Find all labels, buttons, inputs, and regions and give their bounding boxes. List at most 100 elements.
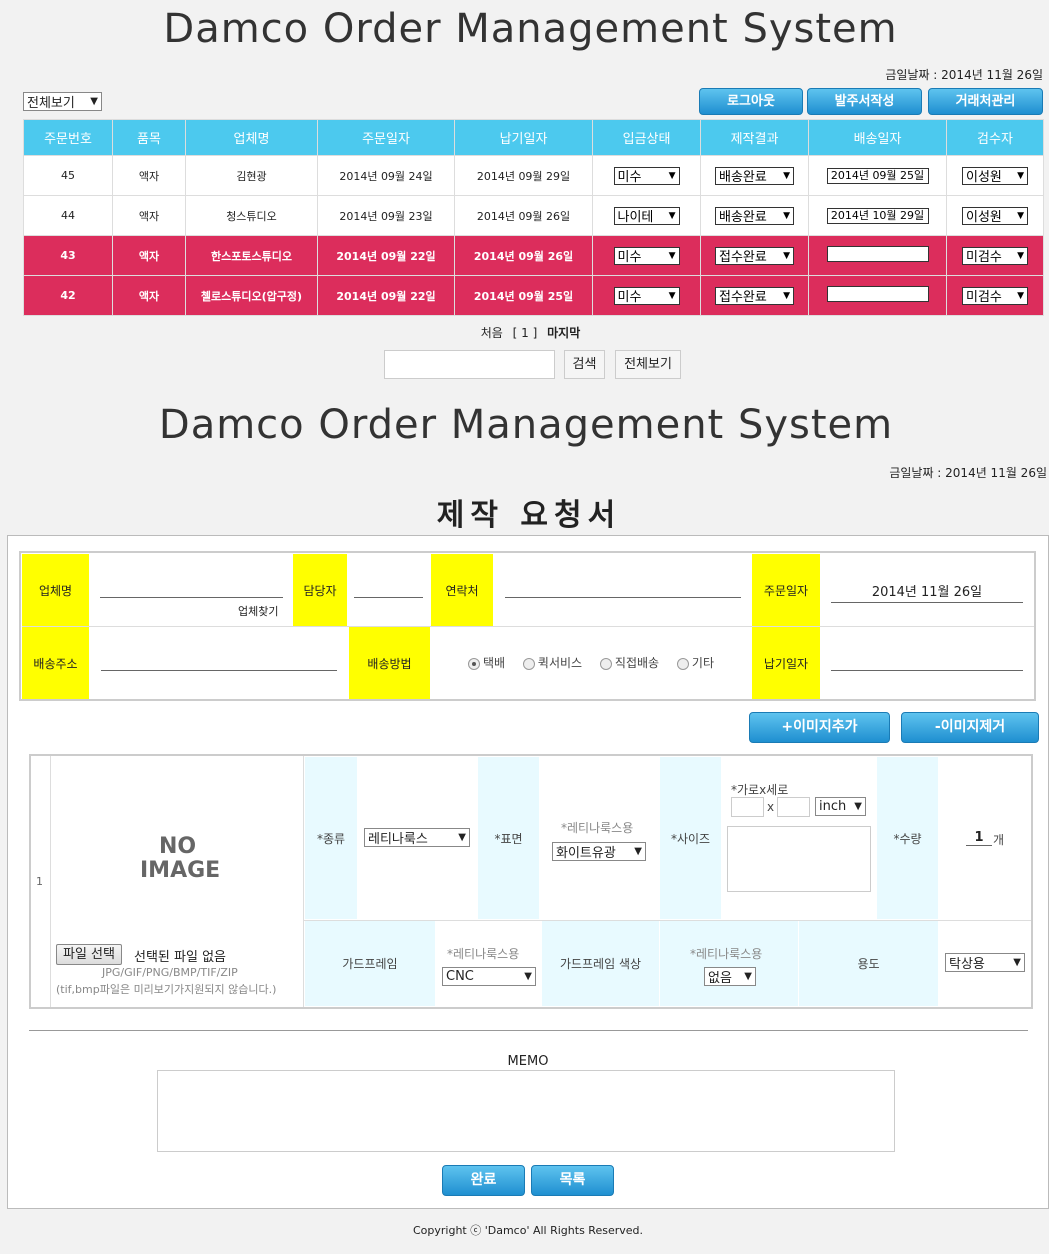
guide-frame-note: *레티나룩스용: [447, 947, 520, 961]
qty-input[interactable]: 1: [966, 830, 992, 846]
radio-other[interactable]: 기타: [676, 656, 714, 670]
col-header[interactable]: 납기일자: [454, 119, 593, 156]
payment-select[interactable]: 미수 ▼: [613, 166, 680, 185]
order-number[interactable]: 45: [23, 155, 113, 196]
size-memo-textarea[interactable]: [727, 826, 871, 892]
chevron-down-icon: ▼: [744, 971, 752, 982]
col-header[interactable]: 업체명: [185, 119, 318, 156]
col-header[interactable]: 입금상태: [592, 119, 701, 156]
remove-image-button[interactable]: -이미지제거: [901, 712, 1039, 743]
col-header[interactable]: 검수자: [946, 119, 1044, 156]
order-date: 2014년 09월 22일: [317, 235, 455, 276]
pagination: 처음 [ 1 ] 마지막: [0, 324, 1049, 341]
payment-select[interactable]: 미수 ▼: [613, 246, 680, 265]
chevron-down-icon: ▼: [1017, 250, 1024, 261]
manager-input[interactable]: [354, 597, 423, 598]
search-button[interactable]: 검색: [564, 350, 605, 379]
radio-unchecked-icon: [522, 657, 535, 670]
company-name[interactable]: 청스튜디오: [185, 195, 318, 236]
inspector-select[interactable]: 이성원 ▼: [962, 206, 1028, 225]
qty-unit: 개: [993, 833, 1005, 847]
order-date: 2014년 09월 23일: [317, 195, 455, 236]
surface-note: *레티나룩스용: [561, 821, 634, 835]
add-image-button[interactable]: +이미지추가: [749, 712, 890, 743]
chevron-down-icon: ▼: [783, 170, 790, 181]
order-number[interactable]: 44: [23, 195, 113, 236]
order-date-input[interactable]: 2014년 11월 26일: [831, 581, 1023, 603]
last-page-link[interactable]: 마지막: [547, 326, 580, 340]
list-button[interactable]: 목록: [531, 1165, 614, 1196]
guide-color-select[interactable]: 없음 ▼: [704, 967, 756, 986]
company-input[interactable]: [100, 597, 283, 598]
due-date-input[interactable]: [831, 670, 1023, 671]
address-input[interactable]: [101, 670, 337, 671]
table-row[interactable]: 45 액자 김현광 2014년 09월 24일 2014년 09월 29일 미수…: [23, 155, 1044, 196]
ship-date-input[interactable]: 2014년 10월 29일: [826, 207, 929, 224]
memo-textarea[interactable]: [157, 1070, 895, 1152]
item-type: 액자: [112, 275, 186, 316]
order-number[interactable]: 43: [23, 235, 113, 276]
col-header[interactable]: 주문일자: [317, 119, 455, 156]
usage-select[interactable]: 탁상용 ▼: [945, 953, 1025, 972]
ship-date-input[interactable]: 2014년 09월 25일: [826, 167, 929, 184]
table-row[interactable]: 42 액자 첼로스튜디오(압구정) 2014년 09월 22일 2014년 09…: [23, 275, 1044, 316]
page-number-link[interactable]: [ 1 ]: [513, 326, 538, 340]
contact-input[interactable]: [505, 597, 741, 598]
search-input[interactable]: [384, 350, 555, 379]
table-row[interactable]: 44 액자 청스튜디오 2014년 09월 23일 2014년 09월 26일 …: [23, 195, 1044, 236]
ship-date-input[interactable]: [826, 246, 929, 262]
payment-select[interactable]: 나이테 ▼: [613, 206, 680, 225]
file-types-note: JPG/GIF/PNG/BMP/TIF/ZIP: [102, 966, 238, 979]
first-page-link[interactable]: 처음: [481, 326, 503, 340]
guide-color-label: 가드프레임 색상: [542, 921, 659, 1006]
result-select[interactable]: 접수완료 ▼: [715, 286, 794, 305]
view-all-button[interactable]: 전체보기: [615, 350, 681, 379]
order-number[interactable]: 42: [23, 275, 113, 316]
logout-button[interactable]: 로그아웃: [699, 88, 803, 115]
table-row[interactable]: 43 액자 한스포토스튜디오 2014년 09월 22일 2014년 09월 2…: [23, 235, 1044, 276]
file-select-button[interactable]: 파일 선택: [56, 944, 122, 965]
item-index: 1: [36, 875, 43, 888]
size-label: *사이즈: [660, 757, 721, 919]
order-form-button[interactable]: 발주서작성: [807, 88, 922, 115]
result-select[interactable]: 배송완료 ▼: [715, 166, 794, 185]
inspector-select[interactable]: 이성원 ▼: [962, 166, 1028, 185]
radio-parcel[interactable]: 택배: [468, 656, 505, 670]
col-header[interactable]: 품목: [112, 119, 186, 156]
company-name[interactable]: 한스포토스튜디오: [185, 235, 318, 276]
divider: [29, 1030, 1028, 1031]
label-address: 배송주소: [22, 627, 89, 699]
radio-unchecked-icon: [599, 657, 612, 670]
table-header-row: 주문번호 품목 업체명 주문일자 납기일자 입금상태 제작결과 배송일자 검수자: [23, 119, 1044, 156]
due-date: 2014년 09월 25일: [454, 275, 593, 316]
done-button[interactable]: 완료: [442, 1165, 525, 1196]
client-management-button[interactable]: 거래처관리: [928, 88, 1043, 115]
result-select[interactable]: 접수완료 ▼: [715, 246, 794, 265]
inspector-select[interactable]: 미검수 ▼: [962, 246, 1028, 265]
find-company-link[interactable]: 업체찾기: [238, 603, 278, 619]
inspector-select[interactable]: 미검수 ▼: [962, 286, 1028, 305]
ship-date-input[interactable]: [826, 286, 929, 302]
chevron-down-icon: ▼: [668, 290, 676, 301]
chevron-down-icon: ▼: [1013, 957, 1021, 968]
type-select[interactable]: 레티나룩스 ▼: [364, 828, 470, 847]
company-name[interactable]: 김현광: [185, 155, 318, 196]
unit-select[interactable]: inch ▼: [815, 797, 866, 816]
col-header[interactable]: 주문번호: [23, 119, 113, 156]
size-height-input[interactable]: [777, 797, 810, 817]
filter-select[interactable]: 전체보기 ▼: [23, 92, 102, 111]
chevron-down-icon: ▼: [783, 290, 790, 301]
col-header[interactable]: 배송일자: [808, 119, 947, 156]
guide-frame-select[interactable]: CNC ▼: [442, 967, 536, 986]
surface-select[interactable]: 화이트유광 ▼: [552, 842, 646, 861]
chevron-down-icon: ▼: [668, 250, 676, 261]
chevron-down-icon: ▼: [668, 210, 676, 221]
radio-direct[interactable]: 직접배송: [599, 656, 659, 670]
radio-quick[interactable]: 퀵서비스: [522, 656, 582, 670]
size-width-input[interactable]: [731, 797, 764, 817]
company-name[interactable]: 첼로스튜디오(압구정): [185, 275, 318, 316]
payment-select[interactable]: 미수 ▼: [613, 286, 680, 305]
result-select[interactable]: 배송완료 ▼: [715, 206, 794, 225]
label-ship-method: 배송방법: [349, 627, 430, 699]
col-header[interactable]: 제작결과: [700, 119, 809, 156]
